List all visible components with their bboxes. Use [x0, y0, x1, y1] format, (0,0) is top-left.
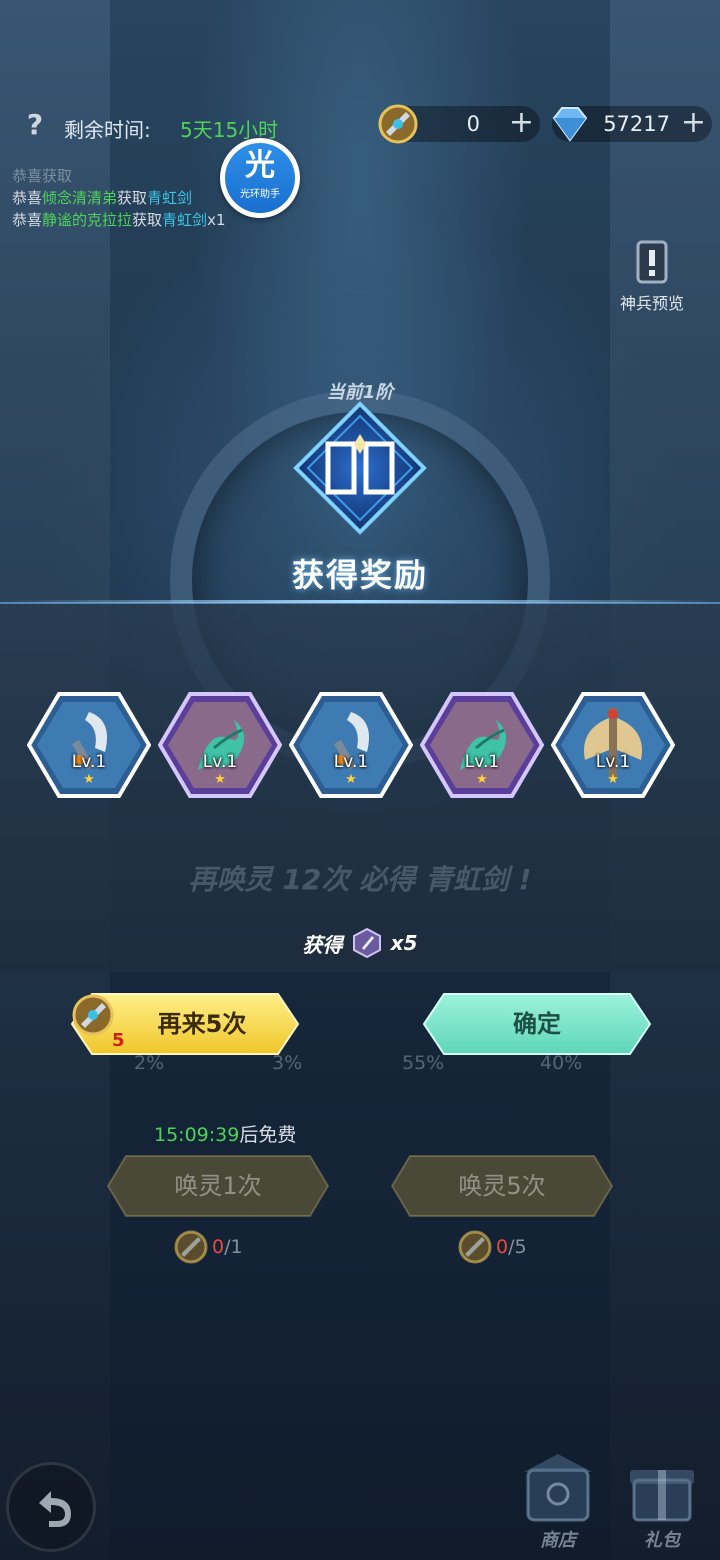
- summon-once-cost-text: 0/1: [212, 1236, 243, 1258]
- back-button[interactable]: [6, 1462, 96, 1552]
- gift-icon: [630, 1470, 694, 1522]
- helper-glyph: 光: [245, 148, 275, 183]
- summon-five-cost-text: 0/5: [496, 1236, 527, 1258]
- obtained-label: 获得: [302, 932, 343, 957]
- diamond-amount: 57217: [603, 112, 670, 136]
- add-diamond-button[interactable]: +: [681, 108, 706, 138]
- summon-once-button[interactable]: 唤灵1次: [106, 1154, 330, 1218]
- weapon-preview-button[interactable]: 神兵预览: [612, 238, 692, 318]
- diamond-icon: [552, 107, 588, 142]
- reward-emblem-icon: [293, 401, 427, 535]
- gold-currency: 0 +: [378, 104, 540, 144]
- reward-item[interactable]: Lv.1 ★: [158, 690, 282, 800]
- shop-button[interactable]: 商店: [516, 1450, 600, 1551]
- weapon-shard-icon: [352, 928, 381, 958]
- broadcast-line: 恭喜静谧的克拉拉获取青虹剑x1: [12, 211, 226, 229]
- reward-level: Lv.1: [202, 752, 238, 772]
- summon-five-button[interactable]: 唤灵5次: [390, 1154, 614, 1218]
- reward-level: Lv.1: [333, 752, 369, 772]
- reward-item[interactable]: Lv.1 ★: [27, 690, 151, 800]
- shop-icon: [524, 1454, 592, 1522]
- draw-again-cost: 5: [112, 1030, 125, 1051]
- helper-text: 光环助手: [240, 189, 280, 200]
- reward-level: Lv.1: [464, 752, 500, 772]
- gift-pack-label: 礼包: [644, 1530, 680, 1551]
- confirm-button[interactable]: 确定: [422, 992, 652, 1056]
- free-timer-value: 15:09:39: [154, 1124, 240, 1146]
- summon-once-label: 唤灵1次: [174, 1172, 262, 1200]
- time-remaining-label: 剩余时间:: [64, 118, 151, 142]
- free-timer-suffix: 后免费: [239, 1124, 297, 1146]
- summon-token-icon: [174, 1230, 208, 1264]
- helper-badge-inner: 光 光环助手: [225, 143, 295, 213]
- draw-again-label: 再来5次: [157, 1010, 247, 1038]
- weapon-preview-label: 神兵预览: [619, 294, 684, 313]
- helper-badge[interactable]: 光 光环助手: [220, 138, 300, 218]
- top-bar: ? 剩余时间: 5天15小时 0 + 57217 +: [0, 100, 720, 152]
- gift-pack-button[interactable]: 礼包: [620, 1450, 704, 1551]
- broadcast-line: 恭喜获取: [12, 167, 73, 185]
- back-arrow-icon: [39, 1491, 71, 1527]
- free-summon-timer: 15:09:39后免费: [154, 1120, 296, 1147]
- summon-token-icon: [378, 104, 418, 144]
- help-icon[interactable]: ?: [20, 110, 50, 140]
- star-icon: ★: [607, 772, 619, 787]
- star-icon: ★: [83, 772, 95, 787]
- reward-title: 获得奖励: [291, 556, 428, 594]
- reward-item[interactable]: Lv.1 ★: [420, 690, 544, 800]
- reward-items: Lv.1 ★ Lv.1 ★ Lv.1 ★ Lv.1 ★ Lv.1 ★: [0, 690, 720, 800]
- shop-label: 商店: [540, 1530, 576, 1551]
- confirm-label: 确定: [513, 1010, 561, 1038]
- reward-level: Lv.1: [595, 752, 631, 772]
- obtained-summary: 获得 x5: [0, 928, 720, 964]
- star-icon: ★: [476, 772, 488, 787]
- broadcast-line: 恭喜倾念清清弟获取青虹剑: [12, 189, 193, 207]
- reward-overlay-edge: [0, 600, 720, 603]
- draw-again-button[interactable]: 再来5次: [70, 992, 300, 1056]
- reward-level: Lv.1: [71, 752, 107, 772]
- reward-item[interactable]: Lv.1 ★: [289, 690, 413, 800]
- summon-five-label: 唤灵5次: [458, 1172, 546, 1200]
- summon-token-icon: [458, 1230, 492, 1264]
- add-gold-button[interactable]: +: [509, 108, 534, 138]
- star-icon: ★: [345, 772, 357, 787]
- preview-card-icon: [636, 240, 668, 284]
- diamond-currency: 57217 +: [552, 106, 712, 142]
- obtained-count: x5: [390, 931, 418, 955]
- pity-counter-text: 再唤灵 12次 必得 青虹剑 !: [188, 863, 532, 896]
- gold-amount: 0: [466, 112, 480, 136]
- reward-item[interactable]: Lv.1 ★: [551, 690, 675, 800]
- star-icon: ★: [214, 772, 226, 787]
- broadcast-feed: 恭喜获取 恭喜倾念清清弟获取青虹剑 恭喜静谧的克拉拉获取青虹剑x1: [12, 165, 225, 231]
